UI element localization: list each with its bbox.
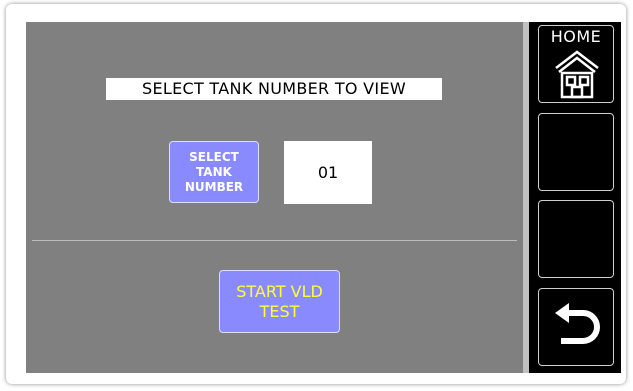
tank-number-display: 01 (284, 141, 372, 204)
section-divider (32, 240, 517, 241)
blank-softkey-2[interactable] (538, 200, 614, 278)
page-title: SELECT TANK NUMBER TO VIEW (106, 78, 442, 100)
home-label: HOME (550, 27, 602, 46)
house-icon (555, 50, 599, 99)
return-arrow-icon (555, 303, 600, 344)
home-button[interactable]: HOME (538, 25, 614, 103)
select-tank-number-button[interactable]: SELECT TANK NUMBER (169, 141, 259, 203)
start-vld-test-button[interactable]: START VLD TEST (219, 270, 340, 333)
back-button[interactable] (538, 288, 614, 366)
blank-softkey-1[interactable] (538, 113, 614, 191)
